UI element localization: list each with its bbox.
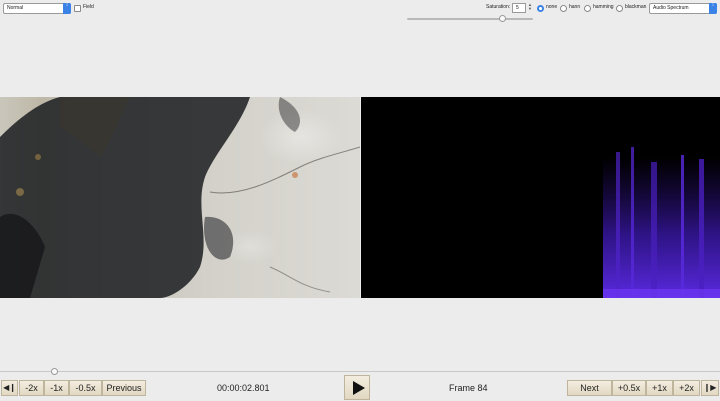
saturation-stepper[interactable]: ▲ ▼ bbox=[527, 3, 533, 11]
step-back-icon: ◀❙ bbox=[3, 383, 16, 392]
window-blackman-label: blackman bbox=[625, 4, 647, 10]
window-hamming-radio[interactable] bbox=[584, 5, 591, 12]
window-hann-label: hann bbox=[569, 4, 581, 10]
saturation-slider-knob[interactable] bbox=[498, 15, 506, 22]
speed-minus-1x-button[interactable]: -1x bbox=[44, 380, 69, 396]
next-button[interactable]: Next bbox=[567, 380, 612, 396]
view-select[interactable]: Audio Spectrum ↕ bbox=[649, 3, 717, 14]
view-select-value: Audio Spectrum bbox=[653, 5, 689, 11]
speed-minus-1x-label: -1x bbox=[50, 383, 63, 393]
saturation-label: Saturation: bbox=[486, 4, 511, 10]
window-none-radio[interactable] bbox=[537, 5, 544, 12]
time-readout: 00:00:02.801 bbox=[217, 383, 270, 393]
shadow-overlay bbox=[0, 97, 360, 298]
speed-plus-1x-button[interactable]: +1x bbox=[646, 380, 673, 396]
window-none-label: none bbox=[546, 4, 558, 10]
chevron-updown-icon: ↕ bbox=[63, 3, 71, 14]
previous-button[interactable]: Previous bbox=[102, 380, 146, 396]
playback-position-track[interactable] bbox=[0, 371, 720, 372]
field-label: Field bbox=[83, 4, 94, 10]
play-icon bbox=[353, 381, 365, 395]
saturation-slider[interactable] bbox=[407, 18, 533, 20]
speed-minus-2x-button[interactable]: -2x bbox=[19, 380, 44, 396]
frame-readout: Frame 84 bbox=[449, 383, 488, 393]
mode-select-value: Normal bbox=[7, 5, 24, 11]
spectrum-bands bbox=[603, 147, 720, 298]
speed-plus-0-5x-button[interactable]: +0.5x bbox=[612, 380, 646, 396]
playback-position-knob[interactable] bbox=[51, 368, 58, 375]
window-blackman-radio[interactable] bbox=[616, 5, 623, 12]
speed-minus-2x-label: -2x bbox=[25, 383, 38, 393]
video-frame bbox=[0, 97, 360, 298]
speed-minus-0-5x-label: -0.5x bbox=[75, 383, 96, 393]
speed-minus-0-5x-button[interactable]: -0.5x bbox=[69, 380, 102, 396]
speed-plus-2x-button[interactable]: +2x bbox=[673, 380, 700, 396]
next-label: Next bbox=[580, 383, 599, 393]
chevron-updown-icon: ↕ bbox=[709, 3, 717, 14]
step-forward-icon: ❙▶ bbox=[703, 383, 717, 392]
previous-label: Previous bbox=[106, 383, 142, 393]
saturation-input[interactable]: 5 bbox=[512, 3, 526, 13]
field-checkbox[interactable] bbox=[74, 5, 81, 12]
speed-plus-1x-label: +1x bbox=[652, 383, 667, 393]
window-hamming-label: hamming bbox=[593, 4, 614, 10]
play-button[interactable] bbox=[344, 375, 370, 400]
audio-spectrum-view bbox=[361, 97, 720, 298]
mode-select[interactable]: Normal ↕ bbox=[3, 3, 71, 14]
window-hann-radio[interactable] bbox=[560, 5, 567, 12]
speed-plus-0-5x-label: +0.5x bbox=[617, 383, 641, 393]
step-back-button[interactable]: ◀❙ bbox=[1, 380, 18, 396]
saturation-value: 5 bbox=[516, 5, 519, 11]
speed-plus-2x-label: +2x bbox=[679, 383, 694, 393]
step-forward-button[interactable]: ❙▶ bbox=[701, 380, 719, 396]
